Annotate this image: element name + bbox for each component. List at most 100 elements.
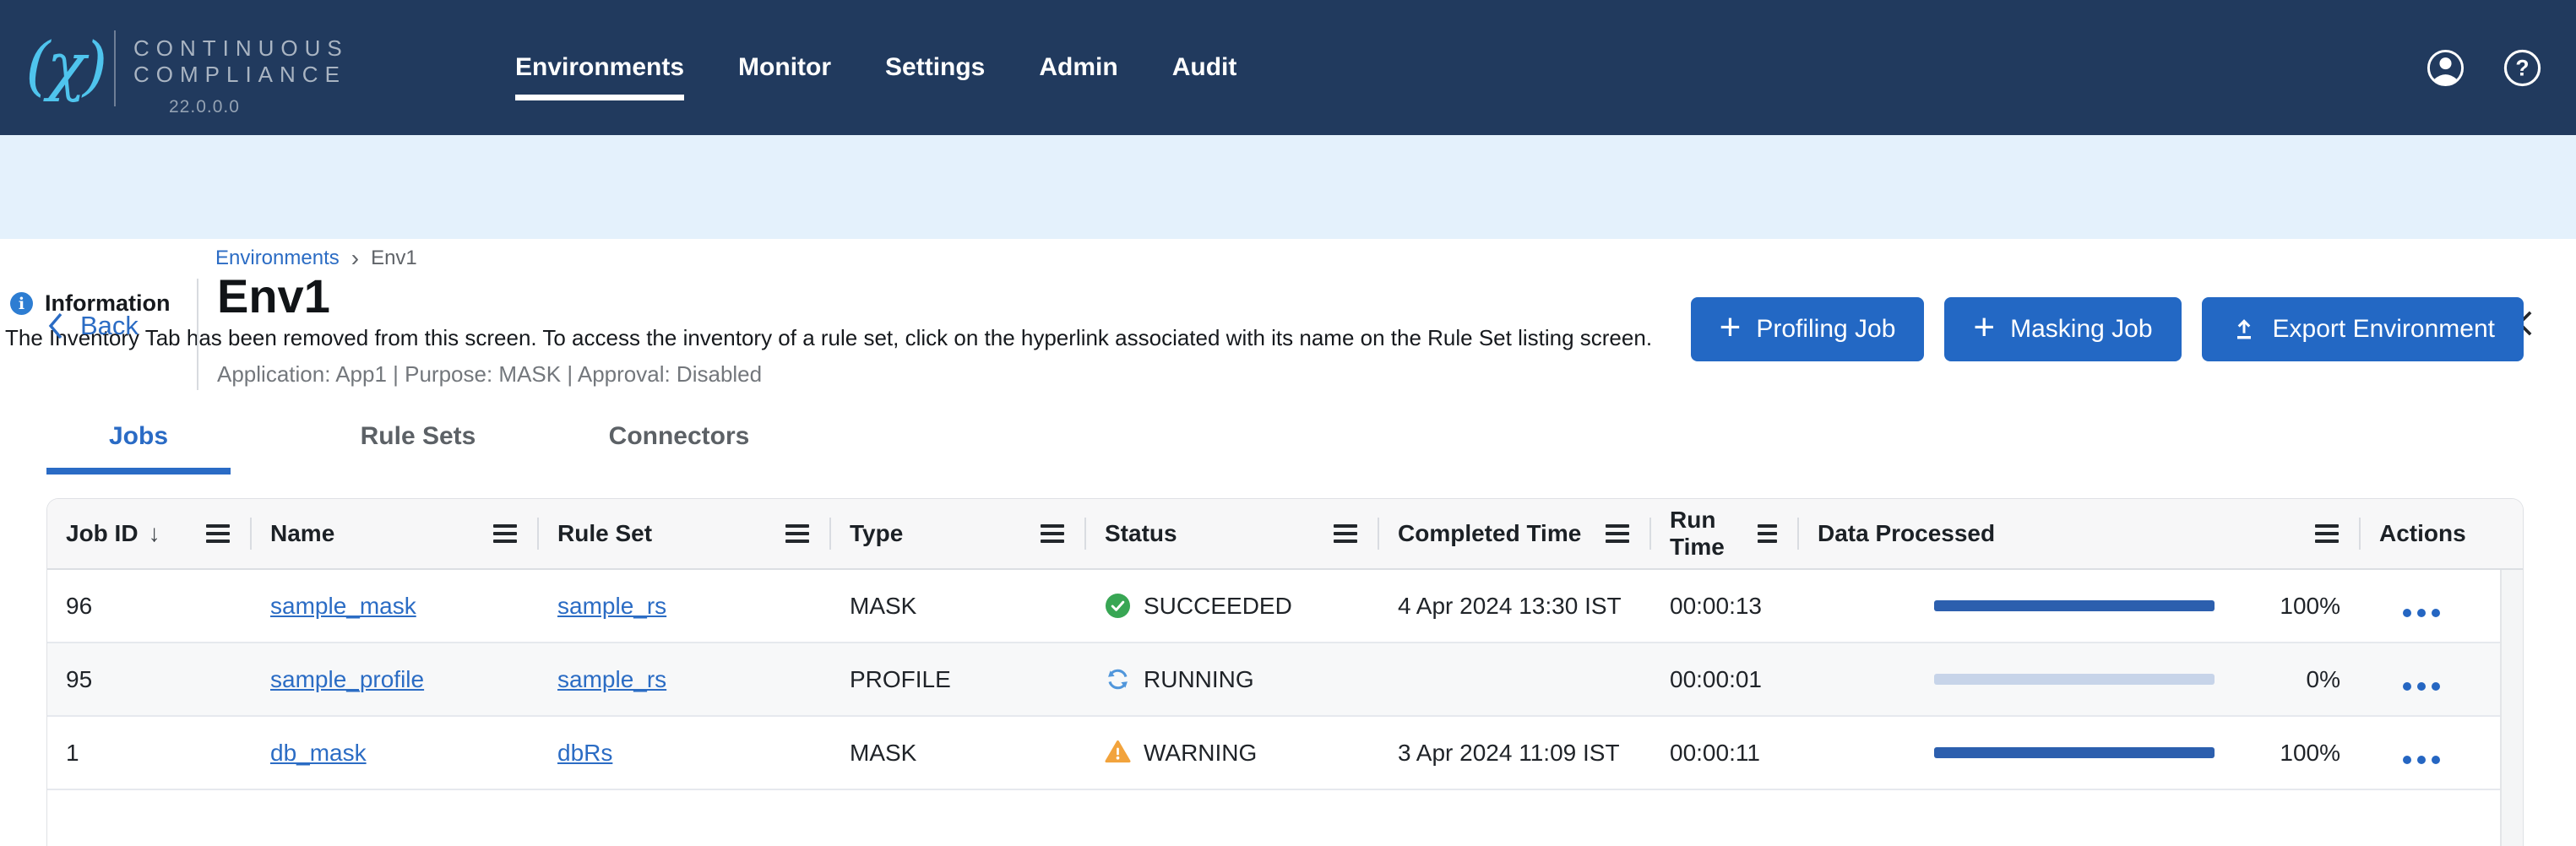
column-header-type[interactable]: Type [831, 499, 1086, 568]
column-menu-icon[interactable] [1334, 524, 1357, 543]
breadcrumb: Environments › Env1 [215, 247, 417, 270]
masking-job-label: Masking Job [2010, 315, 2152, 344]
jobs-table: Job ID ↓ Name Rule Set Type Status Co [46, 498, 2524, 846]
info-banner: i Information The Inventory Tab has been… [0, 135, 2576, 239]
brand-line2: COMPLIANCE [133, 62, 349, 88]
cell-type: MASK [831, 593, 1086, 620]
chevron-left-icon [46, 312, 65, 340]
column-menu-icon[interactable] [785, 524, 809, 543]
column-header-name[interactable]: Name [252, 499, 539, 568]
cell-type: PROFILE [831, 666, 1086, 693]
column-menu-icon[interactable] [1041, 524, 1064, 543]
plus-icon: + [1720, 309, 1742, 346]
table-row: 95 sample_profile sample_rs PROFILE RUNN… [47, 643, 2523, 717]
breadcrumb-current: Env1 [371, 247, 417, 270]
progress-bar [1934, 674, 2215, 685]
status-label: SUCCEEDED [1144, 593, 1292, 620]
rule-set-link[interactable]: sample_rs [557, 666, 666, 692]
navbar-right-icons: ? [2426, 0, 2542, 135]
detail-tabs: Jobs Rule Sets Connectors [46, 422, 775, 475]
progress-bar [1934, 747, 2215, 758]
cell-data-processed: 0% [1799, 666, 2361, 693]
cell-run-time: 00:00:01 [1651, 666, 1799, 693]
tab-connectors[interactable]: Connectors [583, 422, 775, 475]
banner-message: The Inventory Tab has been removed from … [5, 325, 1652, 351]
tab-rule-sets[interactable]: Rule Sets [325, 422, 511, 475]
breadcrumb-link-environments[interactable]: Environments [215, 247, 340, 270]
job-name-link[interactable]: sample_mask [270, 593, 416, 619]
column-menu-icon[interactable] [206, 524, 230, 543]
cell-job-id: 96 [47, 593, 252, 620]
column-header-actions: Actions [2361, 499, 2523, 568]
export-environment-button[interactable]: Export Environment [2202, 297, 2524, 361]
user-account-icon[interactable] [2426, 48, 2465, 88]
back-label: Back [80, 311, 139, 341]
cell-completed-time: 4 Apr 2024 13:30 IST [1379, 593, 1651, 620]
progress-label: 0% [2307, 666, 2340, 693]
column-header-job-id[interactable]: Job ID ↓ [47, 499, 252, 568]
running-icon [1105, 666, 1131, 692]
column-header-data-processed[interactable]: Data Processed [1799, 499, 2361, 568]
column-menu-icon[interactable] [493, 524, 517, 543]
export-environment-label: Export Environment [2273, 315, 2495, 344]
job-name-link[interactable]: sample_profile [270, 666, 424, 692]
row-actions-menu-icon[interactable] [2403, 663, 2447, 697]
column-header-run-time[interactable]: Run Time [1651, 499, 1799, 568]
back-button[interactable]: Back [46, 311, 139, 341]
cell-job-id: 95 [47, 666, 252, 693]
app-version: 22.0.0.0 [133, 94, 349, 120]
row-actions-menu-icon[interactable] [2403, 589, 2447, 623]
nav-item-monitor[interactable]: Monitor [738, 50, 831, 85]
column-menu-icon[interactable] [2315, 524, 2339, 543]
page-subtitle: Application: App1 | Purpose: MASK | Appr… [217, 361, 762, 388]
brand-line1: CONTINUOUS [133, 35, 349, 62]
delphix-logo-icon: (χ) [25, 24, 104, 108]
cell-data-processed: 100% [1799, 740, 2361, 767]
cell-actions [2361, 663, 2523, 697]
help-icon[interactable]: ? [2503, 48, 2542, 88]
masking-job-button[interactable]: + Masking Job [1944, 297, 2181, 361]
rule-set-link[interactable]: dbRs [557, 740, 612, 766]
brand-text: CONTINUOUS COMPLIANCE 22.0.0.0 [133, 35, 349, 120]
cell-type: MASK [831, 740, 1086, 767]
warning-icon [1105, 740, 1131, 766]
progress-label: 100% [2280, 593, 2340, 620]
nav-item-audit[interactable]: Audit [1172, 50, 1237, 85]
table-row: 96 sample_mask sample_rs MASK SUCCEEDED … [47, 570, 2523, 643]
nav-item-environments[interactable]: Environments [515, 50, 684, 85]
progress-label: 100% [2280, 740, 2340, 767]
cell-run-time: 00:00:13 [1651, 593, 1799, 620]
row-actions-menu-icon[interactable] [2403, 736, 2447, 770]
tab-jobs[interactable]: Jobs [46, 422, 231, 475]
table-row: 1 db_mask dbRs MASK WARNING 3 Apr 2024 1… [47, 717, 2523, 790]
column-menu-icon[interactable] [1758, 524, 1777, 543]
column-header-status[interactable]: Status [1086, 499, 1379, 568]
cell-job-id: 1 [47, 740, 252, 767]
column-header-rule-set[interactable]: Rule Set [539, 499, 831, 568]
succeeded-icon [1105, 593, 1131, 619]
column-menu-icon[interactable] [1606, 524, 1629, 543]
job-name-link[interactable]: db_mask [270, 740, 367, 766]
cell-status: SUCCEEDED [1086, 593, 1379, 620]
profiling-job-label: Profiling Job [1756, 315, 1895, 344]
title-divider [197, 279, 198, 390]
page-title: Env1 [217, 268, 330, 323]
rule-set-link[interactable]: sample_rs [557, 593, 666, 619]
brand-divider [114, 30, 116, 106]
cell-completed-time: 3 Apr 2024 11:09 IST [1379, 740, 1651, 767]
nav-item-admin[interactable]: Admin [1039, 50, 1117, 85]
column-header-completed-time[interactable]: Completed Time [1379, 499, 1651, 568]
status-label: WARNING [1144, 740, 1257, 767]
chevron-right-icon: › [340, 248, 371, 268]
svg-text:?: ? [2515, 55, 2529, 80]
cell-run-time: 00:00:11 [1651, 740, 1799, 767]
export-icon [2231, 316, 2258, 343]
nav-item-settings[interactable]: Settings [885, 50, 985, 85]
top-navbar: (χ) CONTINUOUS COMPLIANCE 22.0.0.0 Envir… [0, 0, 2576, 135]
main-nav: Environments Monitor Settings Admin Audi… [515, 0, 1236, 135]
sort-desc-icon[interactable]: ↓ [149, 520, 160, 547]
plus-icon: + [1973, 309, 1995, 346]
table-scrollbar[interactable] [2500, 570, 2523, 846]
profiling-job-button[interactable]: + Profiling Job [1691, 297, 1925, 361]
cell-actions [2361, 589, 2523, 623]
